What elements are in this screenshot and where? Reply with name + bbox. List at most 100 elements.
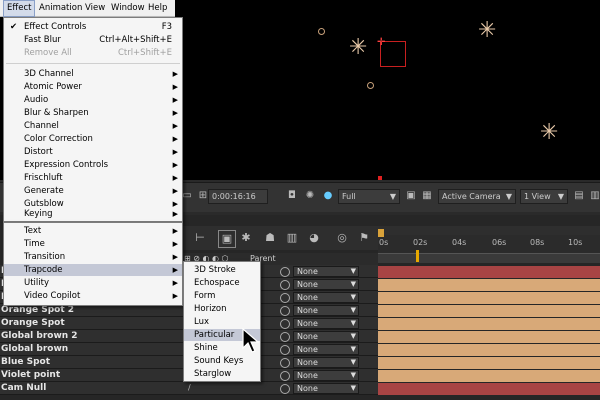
pick-whip-icon[interactable] <box>280 293 290 303</box>
layer-duration-bar[interactable] <box>378 331 600 343</box>
parent-dropdown[interactable]: None ▼ <box>293 279 359 290</box>
anchor-point-icon[interactable]: ✛ <box>377 38 385 48</box>
menu-item-effect-controls[interactable]: ✔ Effect Controls F3 <box>4 21 182 33</box>
work-area-start-marker[interactable] <box>378 229 384 237</box>
trapcode-submenu: 3D Stroke Echospace Form Horizon Lux Par… <box>183 261 261 382</box>
submenu-item-echospace[interactable]: Echospace <box>184 277 260 289</box>
submenu-item-lux[interactable]: Lux <box>184 316 260 328</box>
parent-dropdown[interactable]: None ▼ <box>293 357 359 368</box>
parent-dropdown[interactable]: None ▼ <box>293 370 359 381</box>
layer-duration-bar[interactable] <box>378 279 600 291</box>
menu-item-text[interactable]: Text ▶ <box>4 225 182 237</box>
layer-duration-bar[interactable] <box>378 344 600 356</box>
pick-whip-icon[interactable] <box>280 267 290 277</box>
submenu-item-horizon[interactable]: Horizon <box>184 303 260 315</box>
camera-view-dropdown[interactable]: Active Camera ▼ <box>438 189 516 204</box>
position-handle[interactable] <box>378 176 382 180</box>
layer-duration-bar[interactable] <box>378 305 600 317</box>
pick-whip-icon[interactable] <box>280 371 290 381</box>
resolution-dropdown[interactable]: Full ▼ <box>338 189 400 204</box>
menu-item-color-correction[interactable]: Color Correction ▶ <box>4 133 182 145</box>
submenu-item-starglow[interactable]: Starglow <box>184 368 260 380</box>
submenu-item-form[interactable]: Form <box>184 290 260 302</box>
brainstorm-icon[interactable]: ⚑ <box>356 230 372 246</box>
pick-whip-icon[interactable] <box>280 384 290 394</box>
menu-item-trapcode[interactable]: Trapcode ▶ <box>4 264 182 276</box>
menu-item-time[interactable]: Time ▶ <box>4 238 182 250</box>
pick-whip-icon[interactable] <box>280 306 290 316</box>
timecode-field[interactable]: 0:00:16:16 <box>208 189 268 204</box>
layer-name[interactable]: Global brown 2 <box>1 330 78 342</box>
menu-item-video-copilot[interactable]: Video Copilot ▶ <box>4 290 182 302</box>
submenu-item-3d-stroke[interactable]: 3D Stroke <box>184 264 260 276</box>
layer-duration-bar[interactable] <box>378 383 600 395</box>
time-ruler[interactable] <box>378 235 600 253</box>
submenu-item-sound-keys[interactable]: Sound Keys <box>184 355 260 367</box>
parent-dropdown[interactable]: None ▼ <box>293 383 359 394</box>
view-layout-dropdown[interactable]: 1 View ▼ <box>520 189 568 204</box>
menu-item-generate[interactable]: Generate ▶ <box>4 185 182 197</box>
work-area-bar[interactable] <box>378 253 600 263</box>
menu-view[interactable]: View <box>82 0 108 17</box>
menu-item-frischluft[interactable]: Frischluft ▶ <box>4 172 182 184</box>
current-time-indicator[interactable] <box>416 250 419 262</box>
menu-help[interactable]: Help <box>145 0 170 17</box>
layer-duration-bar[interactable] <box>378 357 600 369</box>
camera-icon[interactable]: ◘ <box>285 189 299 203</box>
pick-whip-icon[interactable] <box>280 345 290 355</box>
ruler-tick: 10s <box>568 238 583 247</box>
menu-item-atomic-power[interactable]: Atomic Power ▶ <box>4 81 182 93</box>
layer-duration-bar[interactable] <box>378 370 600 382</box>
menu-item-channel[interactable]: Channel ▶ <box>4 120 182 132</box>
pick-whip-icon[interactable] <box>280 332 290 342</box>
pick-whip-icon[interactable] <box>280 280 290 290</box>
layer-name[interactable]: Cam Null <box>1 382 46 394</box>
parent-dropdown[interactable]: None ▼ <box>293 318 359 329</box>
view-layout-label: 1 View <box>524 192 551 201</box>
menu-item-keying[interactable]: Keying ▶ <box>4 208 182 220</box>
menu-item-blur-sharpen[interactable]: Blur & Sharpen ▶ <box>4 107 182 119</box>
transparency-grid-icon[interactable]: ▦ <box>420 189 434 203</box>
region-of-interest-icon[interactable]: ▣ <box>404 189 418 203</box>
pick-whip-icon[interactable] <box>280 358 290 368</box>
graph-editor-icon[interactable]: ◎ <box>334 230 350 246</box>
layer-name[interactable]: Blue Spot <box>1 356 50 368</box>
parent-dropdown[interactable]: None ▼ <box>293 266 359 277</box>
effect-switch-icon[interactable]: / <box>188 383 198 393</box>
menu-item-utility[interactable]: Utility ▶ <box>4 277 182 289</box>
pick-whip-icon[interactable] <box>280 319 290 329</box>
parent-dropdown[interactable]: None ▼ <box>293 292 359 303</box>
menu-item-expression-controls[interactable]: Expression Controls ▶ <box>4 159 182 171</box>
parent-dropdown[interactable]: None ▼ <box>293 331 359 342</box>
parent-dropdown[interactable]: None ▼ <box>293 305 359 316</box>
menu-item-3d-channel[interactable]: 3D Channel ▶ <box>4 68 182 80</box>
menu-item-distort[interactable]: Distort ▶ <box>4 146 182 158</box>
layer-name[interactable]: Global brown <box>1 343 68 355</box>
menu-item-audio[interactable]: Audio ▶ <box>4 94 182 106</box>
hide-shy-layers-icon[interactable]: ☗ <box>262 230 278 246</box>
parent-label: None <box>297 280 318 289</box>
draft-3d-icon[interactable]: ✱ <box>238 230 254 246</box>
menu-animation[interactable]: Animation <box>36 0 85 17</box>
layer-duration-bar[interactable] <box>378 318 600 330</box>
menu-item-remove-all: Remove All Ctrl+Shift+E <box>4 47 182 59</box>
search-icon[interactable]: ⊢ <box>192 230 208 246</box>
layer-duration-bar[interactable] <box>378 266 600 278</box>
menu-window[interactable]: Window <box>108 0 148 17</box>
parent-dropdown[interactable]: None ▼ <box>293 344 359 355</box>
menu-effect[interactable]: Effect <box>3 0 36 17</box>
layer-name[interactable]: Orange Spot <box>1 317 65 329</box>
frame-blending-icon[interactable]: ▥ <box>284 230 300 246</box>
toggle-pixel-aspect-icon[interactable]: ▤ <box>572 189 586 203</box>
motion-blur-icon[interactable]: ◕ <box>306 230 322 246</box>
menu-item-label: Sound Keys <box>194 356 244 366</box>
menu-item-transition[interactable]: Transition ▶ <box>4 251 182 263</box>
layer-name[interactable]: Violet point <box>1 369 60 381</box>
menu-item-fast-blur[interactable]: Fast Blur Ctrl+Alt+Shift+E <box>4 34 182 46</box>
layer-duration-bar[interactable] <box>378 292 600 304</box>
comp-mini-flowchart-icon[interactable]: ▣ <box>218 230 236 248</box>
fast-previews-icon[interactable]: ▥ <box>588 189 600 203</box>
show-snapshot-icon[interactable]: ✺ <box>303 189 317 203</box>
color-picker-icon[interactable]: ● <box>321 189 335 203</box>
layer-row[interactable]: Cam Null / None ▼ <box>0 382 378 395</box>
